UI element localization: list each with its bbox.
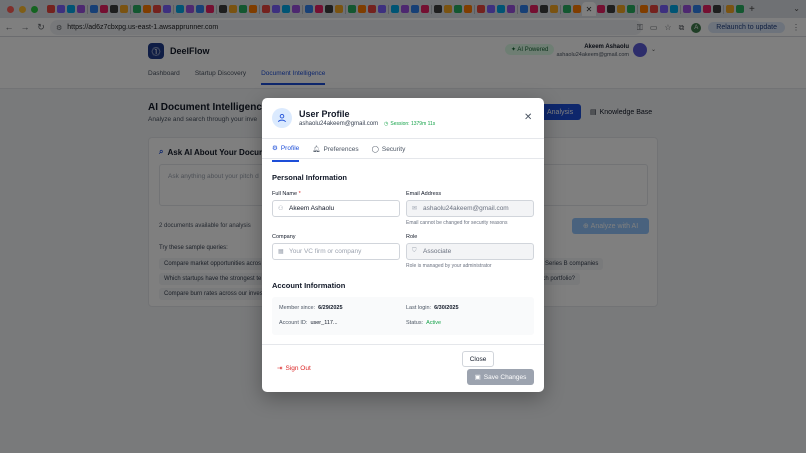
role-label: Role — [406, 234, 418, 240]
divider — [262, 138, 544, 139]
company-label: Company — [272, 234, 296, 240]
user-icon: ⚇ — [278, 206, 284, 212]
account-id-value: user_117... — [310, 320, 338, 326]
shield-icon: ⛉ — [412, 248, 417, 254]
company-field[interactable]: ▦ Your VC firm or company — [272, 243, 400, 260]
shield-icon: ◯ — [371, 146, 379, 153]
account-id-label: Account ID: — [279, 320, 308, 326]
tab-preferences-label: Preferences — [323, 145, 359, 153]
gear-icon: ⚙ — [272, 145, 278, 152]
sign-out-button[interactable]: ⇥ Sign Out — [277, 364, 311, 373]
account-status: Status: Active — [406, 320, 441, 326]
tab-profile[interactable]: ⚙ Profile — [272, 144, 300, 162]
email-label: Email Address — [406, 191, 442, 197]
tab-preferences[interactable]: 🔔︎ Preferences — [312, 144, 358, 162]
close-icon[interactable]: ✕ — [524, 112, 532, 123]
tab-profile-label: Profile — [280, 144, 300, 152]
profile-tabs: ⚙ Profile 🔔︎ Preferences ◯ Security — [272, 144, 418, 162]
member-since-value: 6/29/2025 — [318, 305, 343, 311]
mail-icon: ✉ — [412, 206, 418, 212]
tab-security[interactable]: ◯ Security — [372, 144, 406, 162]
role-value: Associate — [423, 248, 452, 255]
save-icon: ▣ — [474, 374, 481, 381]
member-since-label: Member since: — [279, 305, 316, 311]
logout-icon: ⇥ — [277, 365, 283, 372]
full-name-label-text: Full Name — [272, 191, 298, 197]
account-info-box: Member since: 6/29/2025 Last login: 6/30/2… — [272, 297, 534, 335]
session-timer: ◷ Session: 1379m 11s — [384, 121, 435, 127]
personal-info-title: Personal Information — [272, 173, 348, 182]
session-label: Session: 1379m 11s — [390, 121, 436, 127]
clock-icon: ◷ — [384, 121, 389, 127]
divider — [262, 158, 544, 159]
required-mark: * — [298, 191, 301, 197]
close-button[interactable]: Close — [462, 351, 494, 367]
full-name-value: Akeem Ashaolu — [289, 205, 335, 212]
email-help-text: Email cannot be changed for security rea… — [406, 220, 508, 226]
full-name-field[interactable]: ⚇ Akeem Ashaolu — [272, 200, 400, 217]
email-field: ✉ ashaolu24akeem@gmail.com — [406, 200, 534, 217]
email-value: ashaolu24akeem@gmail.com — [423, 205, 509, 212]
tab-security-label: Security — [381, 145, 406, 153]
last-login: Last login: 6/30/2025 — [406, 305, 459, 311]
status-value: Active — [426, 320, 442, 326]
full-name-label: Full Name * — [272, 191, 301, 197]
modal-title: User Profile — [299, 109, 350, 119]
user-icon — [272, 108, 292, 128]
role-help-text: Role is managed by your administrator — [406, 263, 492, 269]
sign-out-label: Sign Out — [285, 364, 311, 372]
member-since: Member since: 6/29/2025 — [279, 305, 343, 311]
account-id: Account ID: user_117... — [279, 320, 338, 326]
modal-email: ashaolu24akeem@gmail.com — [299, 121, 379, 127]
save-label: Save Changes — [483, 373, 527, 381]
last-login-value: 6/30/2025 — [434, 305, 459, 311]
bell-icon: 🔔︎ — [312, 146, 321, 153]
user-profile-modal: User Profile ashaolu24akeem@gmail.com ◷ S… — [262, 98, 544, 392]
role-field: ⛉ Associate — [406, 243, 534, 260]
company-placeholder: Your VC firm or company — [289, 248, 362, 255]
status-label: Status: — [406, 320, 424, 326]
divider — [262, 344, 544, 345]
save-changes-button[interactable]: ▣ Save Changes — [467, 369, 534, 385]
building-icon: ▦ — [278, 249, 284, 255]
account-info-title: Account Information — [272, 281, 346, 290]
last-login-label: Last login: — [406, 305, 432, 311]
